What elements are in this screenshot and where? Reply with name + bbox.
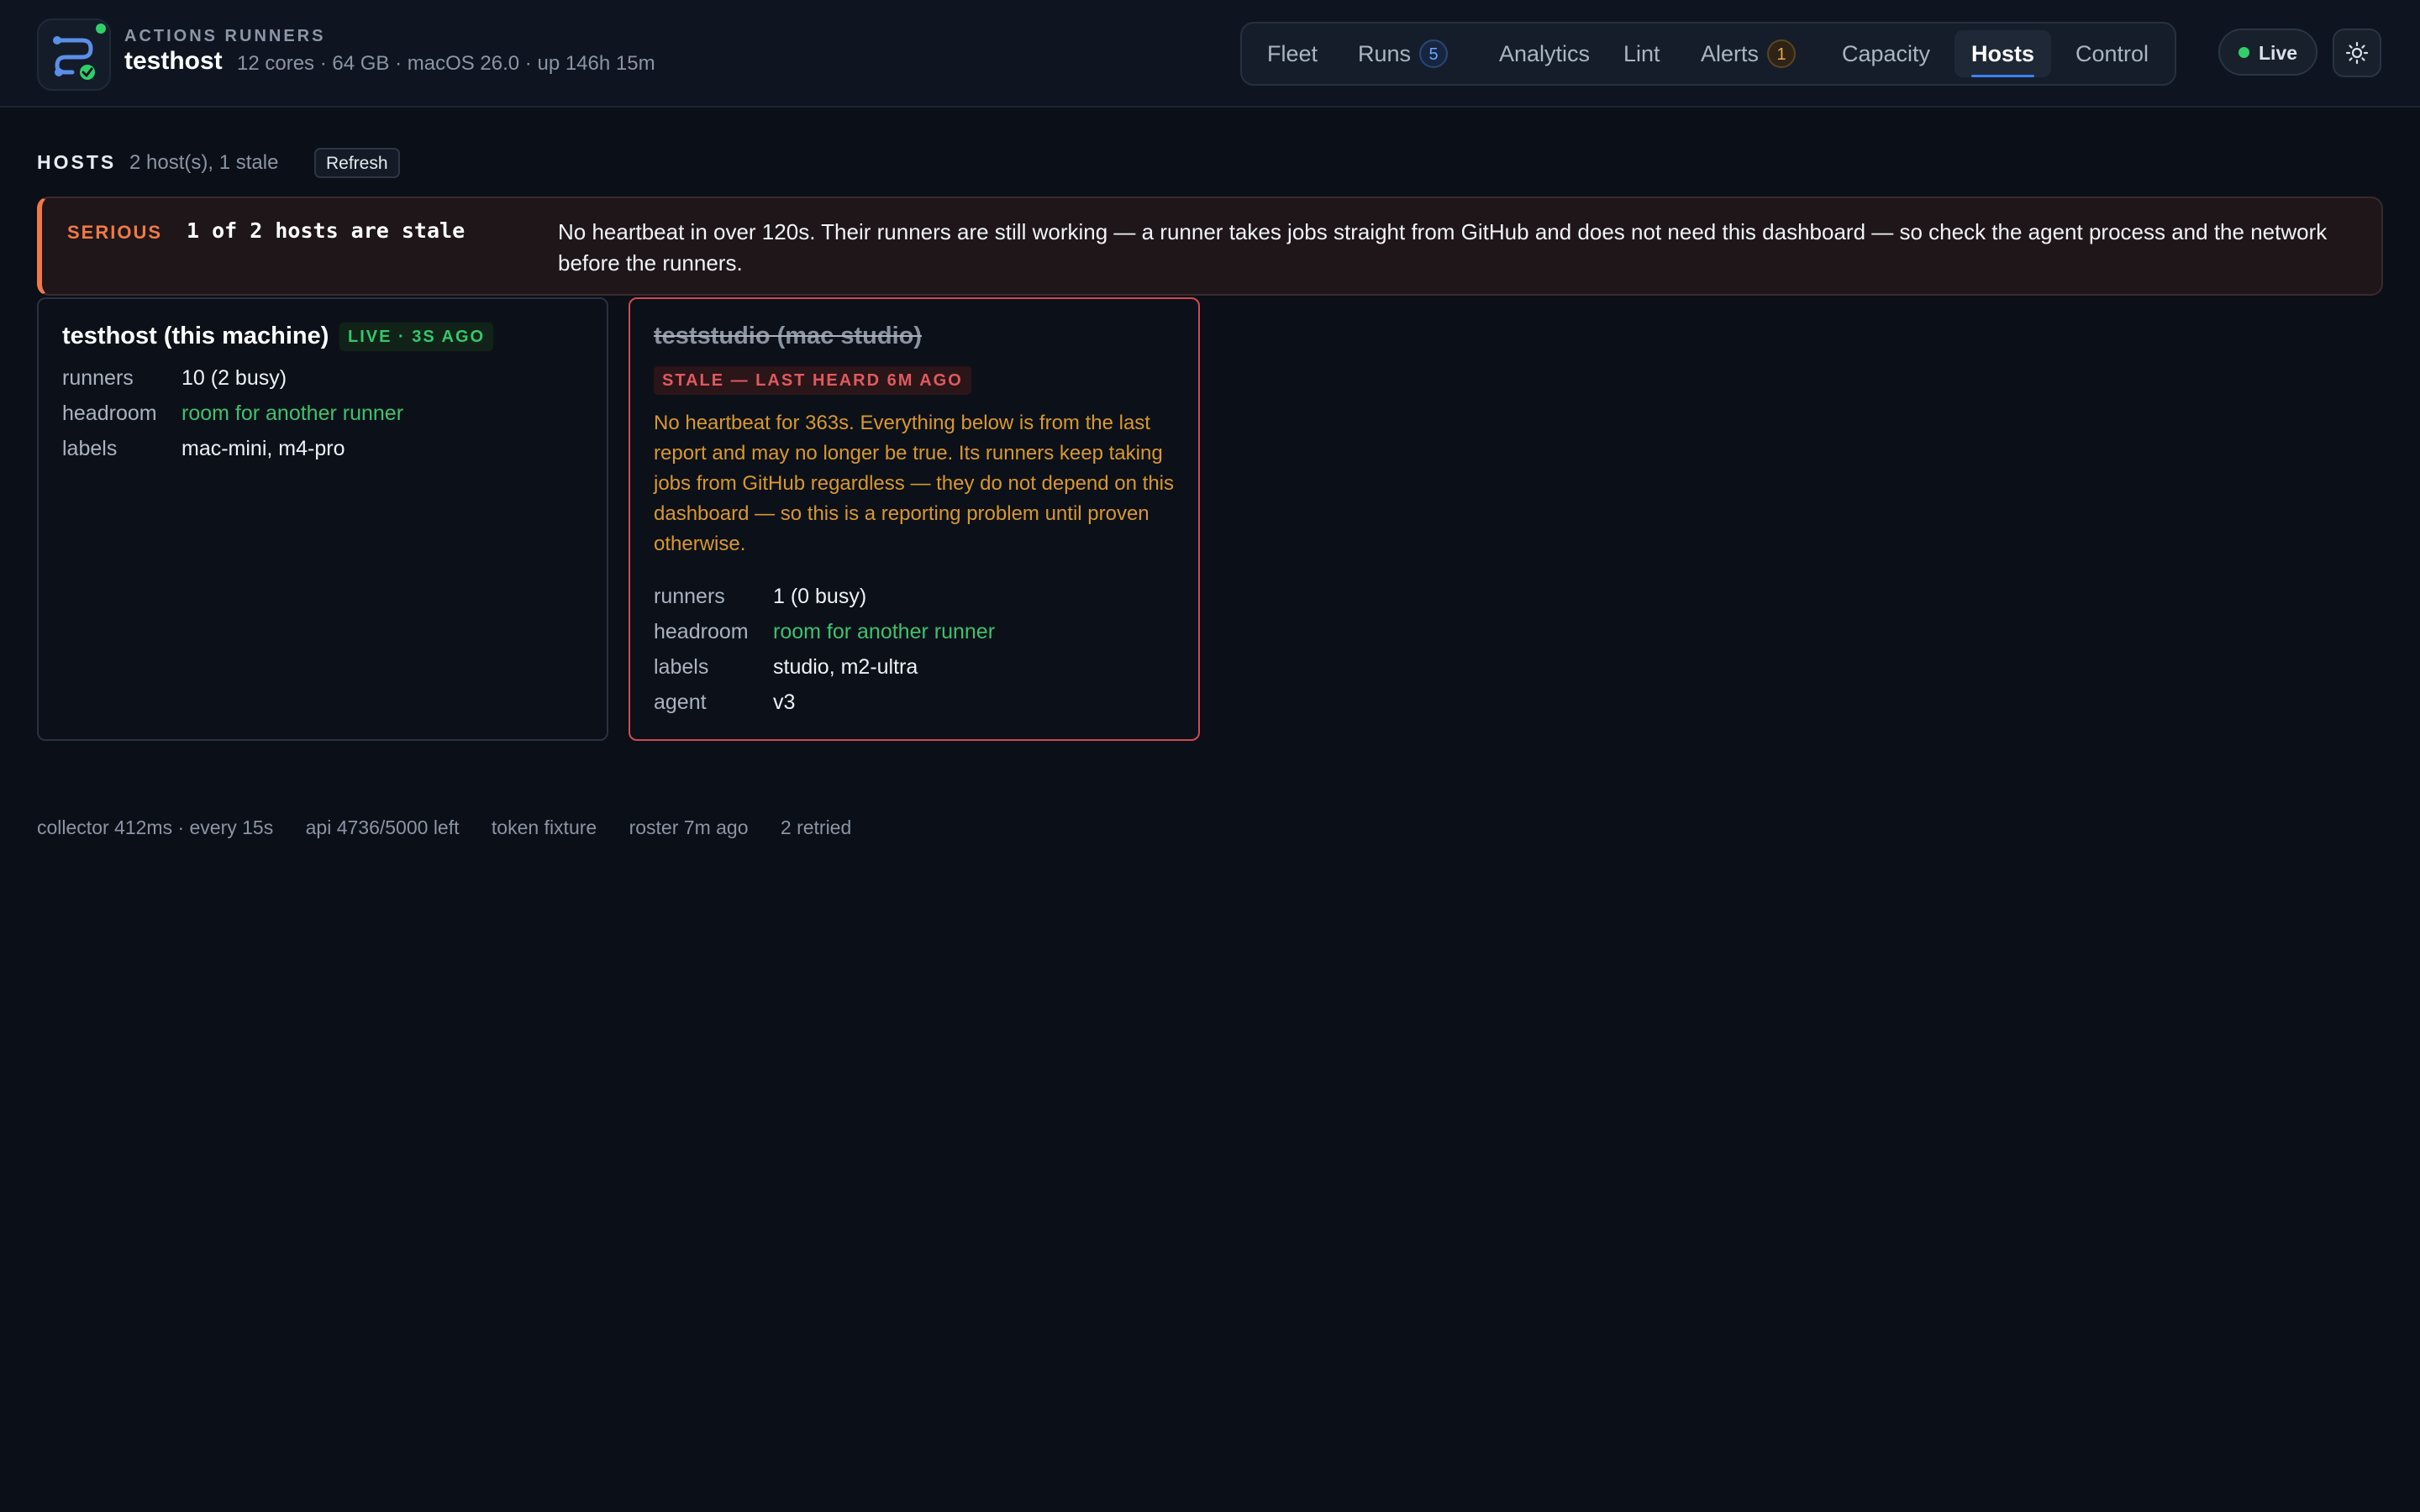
alert-headline: 1 of 2 hosts are stale xyxy=(187,218,466,243)
app-kicker: ACTIONS RUNNERS xyxy=(124,27,326,45)
runs-count-badge: 5 xyxy=(1419,39,1449,68)
tab-capacity[interactable]: Capacity xyxy=(1842,30,1930,77)
tab-analytics[interactable]: Analytics xyxy=(1499,30,1590,77)
stale-warning-note: No heartbeat for 363s. Everything below … xyxy=(654,412,1175,555)
status-dot xyxy=(96,24,106,34)
row-value: 10 (2 busy) xyxy=(182,366,287,390)
row-value: v3 xyxy=(773,690,796,714)
tab-label: Lint xyxy=(1623,41,1660,66)
live-label: Live xyxy=(2259,42,2298,64)
status-footer: collector 412ms · every 15s api 4736/500… xyxy=(37,816,878,839)
row-value: room for another runner xyxy=(182,402,404,425)
host-meta: 12 cores · 64 GB · macOS 26.0 · up 146h … xyxy=(237,52,655,75)
host-card-teststudio[interactable]: teststudio (mac studio) STALE — LAST HEA… xyxy=(629,297,1200,741)
tab-label: Control xyxy=(2075,41,2149,66)
alert-severity: SERIOUS xyxy=(67,222,163,243)
row-key: labels xyxy=(654,655,709,679)
row-key: labels xyxy=(62,437,118,460)
footer-api-quota: api 4736/5000 left xyxy=(305,816,460,838)
row-key: headroom xyxy=(654,620,749,643)
tab-control[interactable]: Control xyxy=(2075,30,2149,77)
host-card-title: testhost (this machine) xyxy=(62,323,329,349)
alerts-count-badge: 1 xyxy=(1767,39,1797,68)
main-nav: Fleet Runs 5 Analytics Lint Alerts 1 Capac… xyxy=(1240,22,2176,86)
row-value: room for another runner xyxy=(773,620,996,643)
active-tab-indicator xyxy=(1971,75,2035,77)
app-logo[interactable] xyxy=(37,18,111,91)
host-name: testhost xyxy=(124,47,223,75)
live-toggle[interactable]: Live xyxy=(2218,29,2317,76)
footer-roster: roster 7m ago xyxy=(629,816,749,838)
row-key: headroom xyxy=(62,402,157,425)
tab-label: Runs xyxy=(1358,41,1412,66)
tab-fleet[interactable]: Fleet xyxy=(1267,30,1318,77)
tab-lint[interactable]: Lint xyxy=(1623,30,1660,77)
status-badge: STALE — LAST HEARD 6M AGO xyxy=(654,366,971,395)
live-dot-icon xyxy=(2238,47,2249,58)
section-title: HOSTS xyxy=(37,151,117,173)
row-value: 1 (0 busy) xyxy=(773,585,867,608)
footer-token: token fixture xyxy=(491,816,597,838)
host-card-title: teststudio (mac studio) xyxy=(654,323,923,349)
alert-message: No heartbeat in over 120s. Their runners… xyxy=(558,219,2328,276)
row-key: agent xyxy=(654,690,707,714)
tab-label: Analytics xyxy=(1499,41,1591,66)
row-value: studio, m2-ultra xyxy=(773,655,918,679)
sun-icon xyxy=(2345,41,2369,65)
top-bar: ACTIONS RUNNERS testhost 12 cores · 64 G… xyxy=(0,0,2420,108)
status-badge: LIVE · 3S AGO xyxy=(339,323,494,351)
stale-hosts-alert: SERIOUS 1 of 2 hosts are stale No heartb… xyxy=(37,197,2383,296)
footer-retried: 2 retried xyxy=(780,816,852,838)
tab-label: Capacity xyxy=(1842,41,1931,66)
tab-alerts[interactable]: Alerts 1 xyxy=(1701,30,1797,77)
tab-hosts[interactable]: Hosts xyxy=(1954,30,2052,77)
tab-label: Alerts xyxy=(1701,41,1760,66)
tab-runs[interactable]: Runs 5 xyxy=(1358,30,1449,77)
section-summary: 2 host(s), 1 stale xyxy=(129,151,279,174)
footer-collector: collector 412ms · every 15s xyxy=(37,816,274,838)
theme-toggle-button[interactable] xyxy=(2333,29,2381,77)
row-key: runners xyxy=(62,366,134,390)
refresh-button[interactable]: Refresh xyxy=(314,148,400,178)
row-value: mac-mini, m4-pro xyxy=(182,437,345,460)
tab-label: Hosts xyxy=(1971,41,2035,66)
host-card-testhost[interactable]: testhost (this machine) LIVE · 3S AGO ru… xyxy=(37,297,608,741)
row-key: runners xyxy=(654,585,725,608)
tab-label: Fleet xyxy=(1267,41,1318,66)
